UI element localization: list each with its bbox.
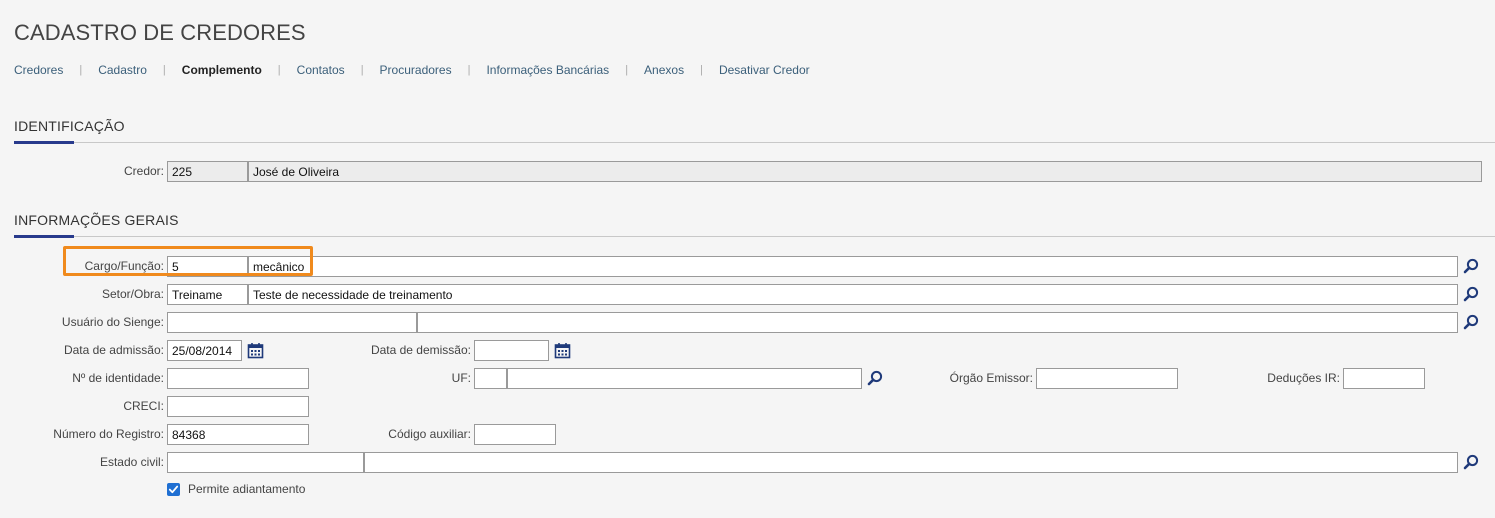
estado-civil-name-input[interactable] — [364, 452, 1458, 473]
numero-identidade-label: Nº de identidade: — [72, 371, 164, 385]
usuario-name-input[interactable] — [417, 312, 1458, 333]
permite-adiantamento-checkbox[interactable] — [167, 483, 180, 496]
deducoes-ir-label: Deduções IR: — [1267, 371, 1340, 385]
tab-procuradores[interactable]: Procuradores — [380, 63, 452, 77]
data-demissao-label: Data de demissão: — [370, 343, 471, 357]
calendar-icon[interactable] — [245, 340, 265, 360]
data-demissao-input[interactable] — [474, 340, 549, 361]
cargo-search-icon[interactable] — [1461, 256, 1481, 276]
usuario-search-icon[interactable] — [1461, 312, 1481, 332]
tab-cadastro[interactable]: Cadastro — [98, 63, 147, 77]
permite-adiantamento-label[interactable]: Permite adiantamento — [188, 481, 305, 497]
usuario-sienge-label: Usuário do Sienge: — [61, 315, 164, 329]
numero-registro-input[interactable] — [167, 424, 309, 445]
setor-obra-label: Setor/Obra: — [101, 287, 164, 301]
section-divider — [14, 235, 1495, 238]
setor-code-input[interactable] — [167, 284, 248, 305]
uf-search-icon[interactable] — [865, 368, 885, 388]
tab-credores[interactable]: Credores — [14, 63, 63, 77]
tab-bar: Credores | Cadastro | Complemento | Cont… — [14, 62, 810, 78]
setor-search-icon[interactable] — [1461, 284, 1481, 304]
calendar-icon[interactable] — [552, 340, 572, 360]
estado-civil-code-input[interactable] — [167, 452, 364, 473]
usuario-code-input[interactable] — [167, 312, 417, 333]
check-icon — [168, 485, 179, 494]
page-title: CADASTRO DE CREDORES — [14, 20, 306, 45]
tab-informacoes-bancarias[interactable]: Informações Bancárias — [486, 63, 609, 77]
estado-civil-search-icon[interactable] — [1461, 452, 1481, 472]
credor-name-field — [248, 161, 1482, 182]
uf-name-input[interactable] — [507, 368, 862, 389]
data-admissao-input[interactable] — [167, 340, 242, 361]
creci-label: CRECI: — [123, 399, 164, 413]
tab-separator: | — [625, 64, 629, 76]
uf-label: UF: — [451, 371, 471, 385]
numero-registro-label: Número do Registro: — [53, 427, 164, 441]
data-admissao-label: Data de admissão: — [63, 343, 164, 357]
tab-separator: | — [277, 64, 281, 76]
cargo-funcao-label: Cargo/Função: — [84, 259, 164, 273]
orgao-emissor-input[interactable] — [1036, 368, 1178, 389]
estado-civil-label: Estado civil: — [99, 455, 164, 469]
deducoes-ir-input[interactable] — [1343, 368, 1425, 389]
tab-separator: | — [360, 64, 364, 76]
tab-contatos[interactable]: Contatos — [297, 63, 345, 77]
numero-identidade-input[interactable] — [167, 368, 309, 389]
tab-separator: | — [700, 64, 703, 76]
tab-complemento[interactable]: Complemento — [182, 63, 262, 77]
tab-separator: | — [467, 64, 471, 76]
section-title-informacoes-gerais: INFORMAÇÕES GERAIS — [14, 212, 179, 228]
tab-separator: | — [162, 64, 166, 76]
creci-input[interactable] — [167, 396, 309, 417]
orgao-emissor-label: Órgão Emissor: — [949, 371, 1033, 385]
cargo-name-input[interactable] — [248, 256, 1458, 277]
codigo-auxiliar-input[interactable] — [474, 424, 556, 445]
tab-anexos[interactable]: Anexos — [644, 63, 684, 77]
credor-label: Credor: — [123, 164, 164, 178]
tab-separator: | — [79, 64, 83, 76]
codigo-auxiliar-label: Código auxiliar: — [388, 427, 471, 441]
cargo-code-input[interactable] — [167, 256, 248, 277]
tab-desativar-credor[interactable]: Desativar Credor — [719, 63, 810, 77]
uf-code-input[interactable] — [474, 368, 507, 389]
setor-name-input[interactable] — [248, 284, 1458, 305]
section-title-identificacao: IDENTIFICAÇÃO — [14, 118, 125, 134]
credor-code-field — [167, 161, 248, 182]
section-divider — [14, 141, 1495, 144]
